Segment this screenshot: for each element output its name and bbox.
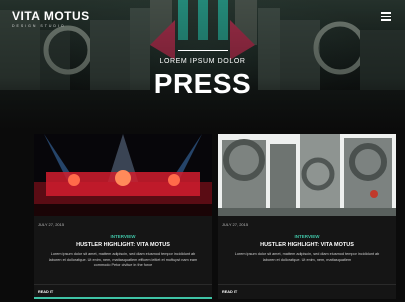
hero-kicker: LOREM IPSUM DOLOR xyxy=(159,58,246,65)
logo-subtitle: DESIGN STUDIO xyxy=(12,24,66,28)
hamburger-icon[interactable] xyxy=(381,12,391,21)
site-logo[interactable]: VITA MOTUS DESIGN STUDIO xyxy=(12,10,90,28)
card-badge: INTERVIEW xyxy=(110,234,136,239)
card-excerpt: Lorem ipsum dolor sit amet, mattem adipi… xyxy=(48,252,198,267)
card-date: JULY 27, 2015 xyxy=(222,222,249,227)
concert-image[interactable] xyxy=(34,134,212,216)
card-date: JULY 27, 2015 xyxy=(38,222,65,227)
card-excerpt: Lorem ipsum dolor sit amet, mattem adipi… xyxy=(234,252,380,262)
card-accent-bar xyxy=(34,297,212,299)
read-more-link[interactable]: READ IT xyxy=(38,290,53,294)
read-more-link[interactable]: READ IT xyxy=(222,290,237,294)
page-title: PRESS xyxy=(153,68,252,99)
card-badge: INTERVIEW xyxy=(294,234,320,239)
press-card[interactable]: JULY 27, 2015 INTERVIEW HUSTLER HIGHLIGH… xyxy=(34,134,212,299)
card-title[interactable]: HUSTLER HIGHLIGHT: VITA MOTUS xyxy=(34,242,212,248)
logo-text: VITA MOTUS xyxy=(12,9,90,23)
press-page: VITA MOTUS DESIGN STUDIO LOREM IPSUM DOL… xyxy=(0,0,405,302)
hero-banner: VITA MOTUS DESIGN STUDIO LOREM IPSUM DOL… xyxy=(0,0,405,130)
card-divider xyxy=(34,284,212,285)
hero-divider xyxy=(178,50,228,51)
sculpture-image[interactable] xyxy=(218,134,396,216)
card-title[interactable]: HUSTLER HIGHLIGHT: VITA MOTUS xyxy=(218,242,396,248)
press-card[interactable]: JULY 27, 2015 INTERVIEW HUSTLER HIGHLIGH… xyxy=(218,134,396,299)
card-divider xyxy=(218,284,396,285)
